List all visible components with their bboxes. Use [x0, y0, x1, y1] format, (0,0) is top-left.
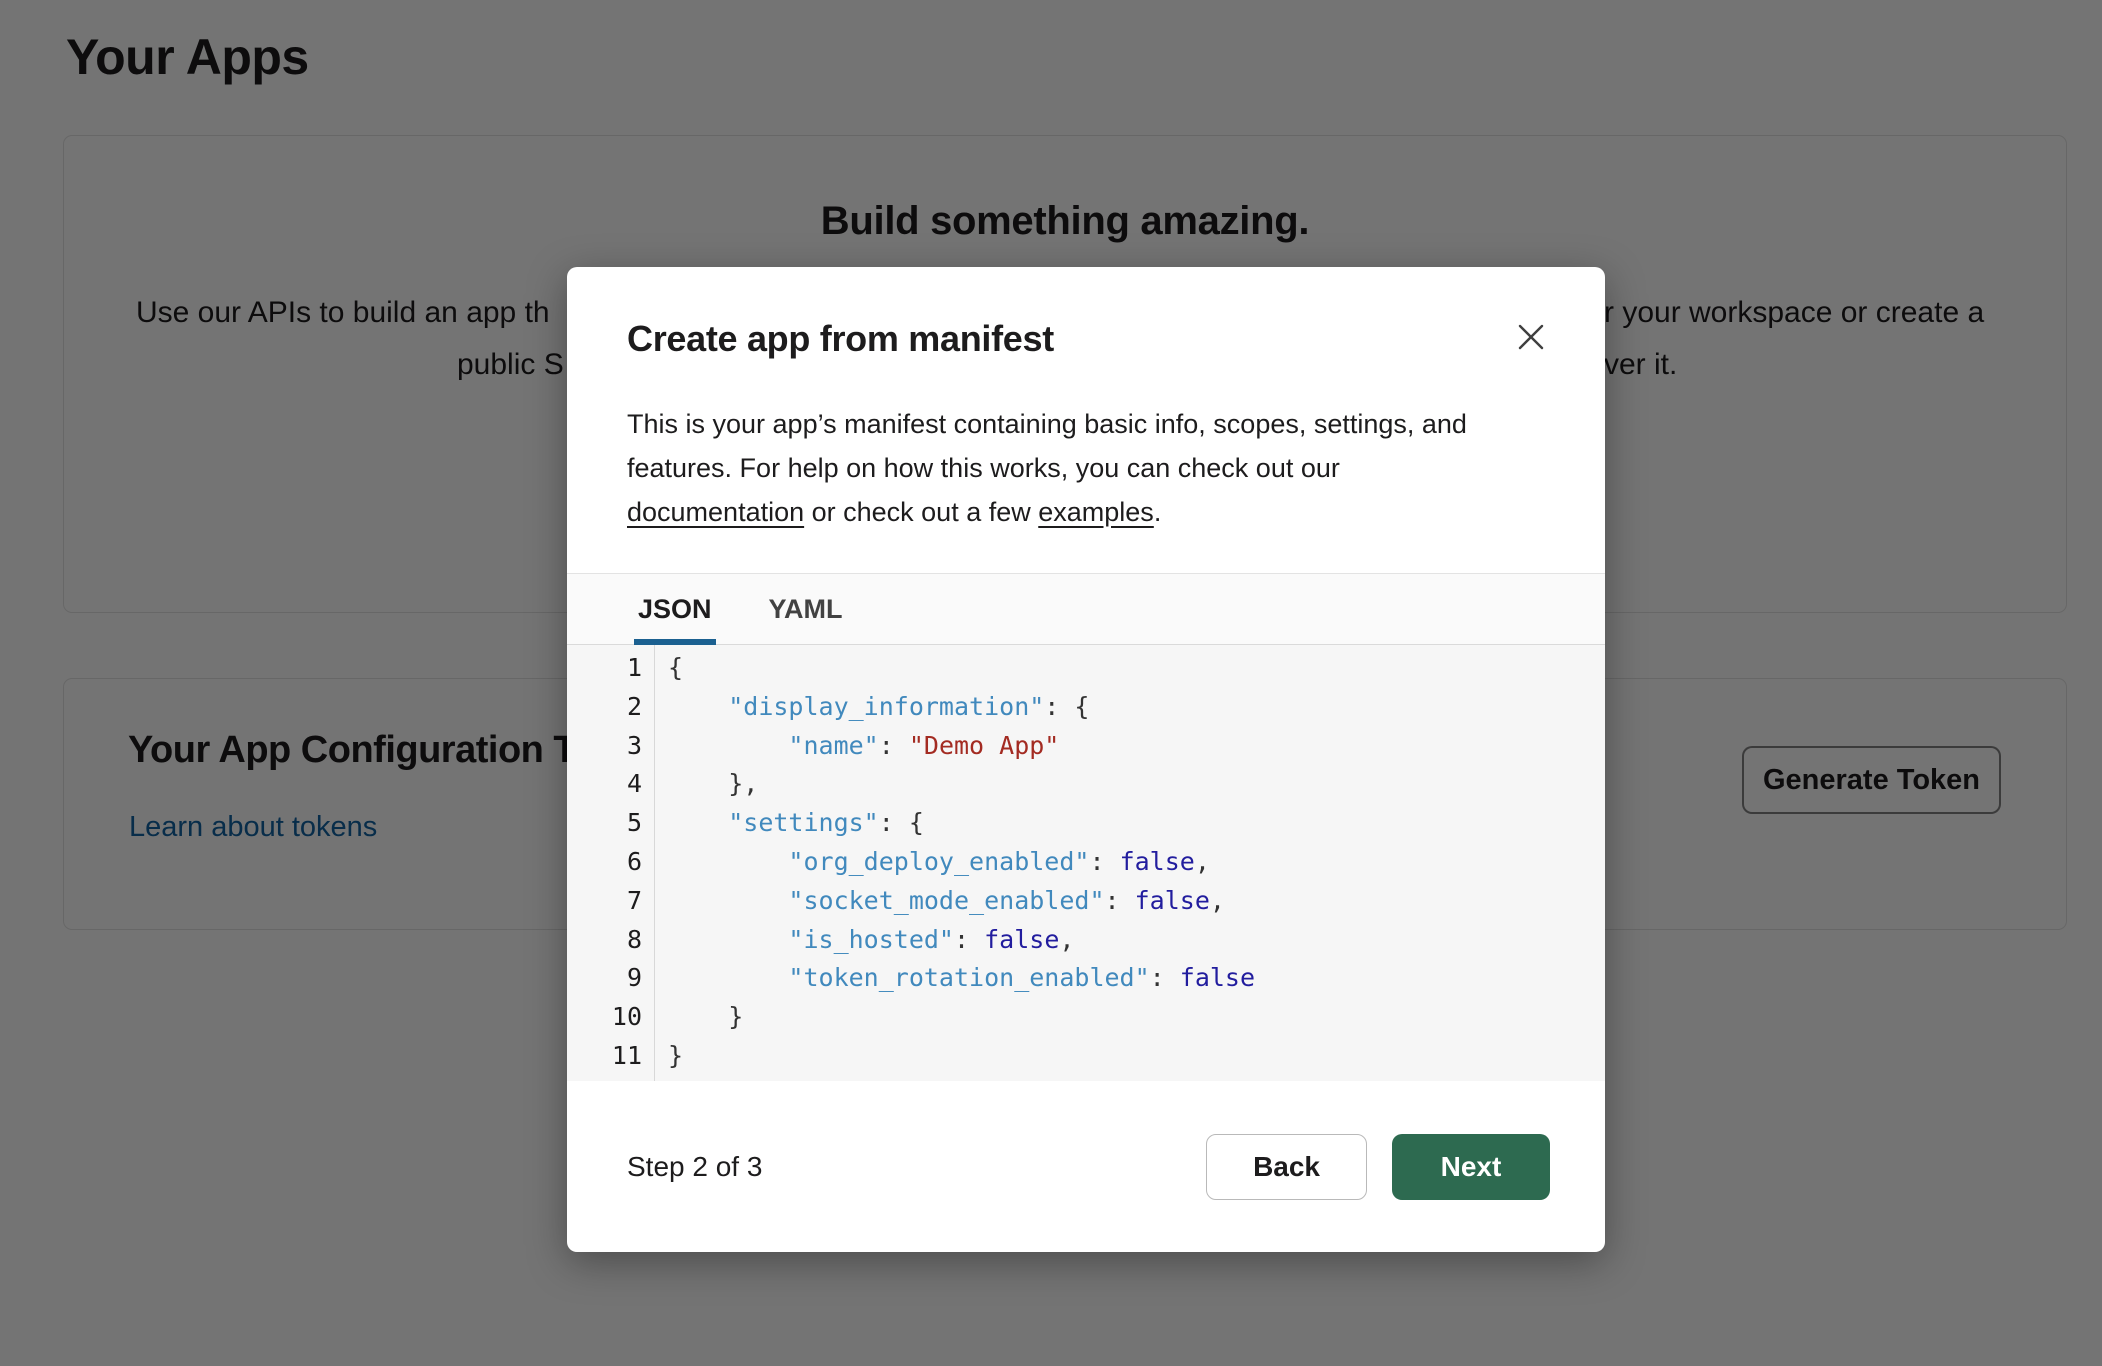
code-token-punct	[668, 847, 788, 876]
code-line: }	[668, 998, 1605, 1037]
code-token-punct	[668, 731, 788, 760]
code-token-punct: :	[954, 925, 984, 954]
code-token-punct: ,	[1195, 847, 1210, 876]
close-icon	[1515, 321, 1547, 353]
line-number: 6	[567, 843, 642, 882]
code-token-punct	[668, 963, 788, 992]
line-number: 1	[567, 649, 642, 688]
intro-line: documentation or check out a few example…	[627, 490, 1545, 534]
documentation-link[interactable]: documentation	[627, 497, 804, 527]
code-line: "token_rotation_enabled": false	[668, 959, 1605, 998]
editor-code: { "display_information": { "name": "Demo…	[655, 645, 1605, 1081]
code-line: "socket_mode_enabled": false,	[668, 882, 1605, 921]
code-token-key: "display_information"	[728, 692, 1044, 721]
code-token-punct: }	[668, 1041, 683, 1070]
manifest-format-tabs: JSON YAML	[567, 573, 1605, 645]
code-token-punct: ,	[1059, 925, 1074, 954]
code-token-key: "token_rotation_enabled"	[788, 963, 1149, 992]
modal-title: Create app from manifest	[627, 316, 1545, 362]
code-token-punct: }	[668, 1002, 743, 1031]
tab-json[interactable]: JSON	[638, 574, 712, 644]
code-token-punct: : {	[1044, 692, 1089, 721]
code-token-punct: :	[1150, 963, 1180, 992]
close-button[interactable]	[1513, 319, 1549, 355]
line-number: 3	[567, 727, 642, 766]
code-token-key: "name"	[788, 731, 878, 760]
line-number: 10	[567, 998, 642, 1037]
code-token-punct: : {	[879, 808, 924, 837]
line-number: 8	[567, 921, 642, 960]
code-line: "name": "Demo App"	[668, 727, 1605, 766]
code-token-punct	[668, 925, 788, 954]
code-token-punct: :	[1105, 886, 1135, 915]
code-token-atom: false	[1120, 847, 1195, 876]
tab-yaml[interactable]: YAML	[769, 574, 843, 644]
intro-line: features. For help on how this works, yo…	[627, 446, 1545, 490]
code-line: "settings": {	[668, 804, 1605, 843]
code-token-key: "settings"	[728, 808, 879, 837]
code-line: "is_hosted": false,	[668, 921, 1605, 960]
editor-gutter: 1234567891011	[567, 645, 655, 1081]
intro-line: This is your app’s manifest containing b…	[627, 402, 1545, 446]
code-line: "display_information": {	[668, 688, 1605, 727]
code-token-punct: ,	[1210, 886, 1225, 915]
back-button[interactable]: Back	[1206, 1134, 1367, 1200]
line-number: 2	[567, 688, 642, 727]
manifest-editor[interactable]: 1234567891011 { "display_information": {…	[567, 645, 1605, 1081]
step-indicator: Step 2 of 3	[627, 1151, 762, 1183]
intro-text: or check out a few	[804, 497, 1038, 527]
line-number: 4	[567, 765, 642, 804]
code-token-punct	[668, 886, 788, 915]
code-line: }	[668, 1037, 1605, 1076]
intro-text: .	[1154, 497, 1162, 527]
line-number: 5	[567, 804, 642, 843]
code-token-atom: false	[1180, 963, 1255, 992]
code-token-atom: false	[1135, 886, 1210, 915]
examples-link[interactable]: examples	[1038, 497, 1154, 527]
code-line: {	[668, 649, 1605, 688]
code-token-punct	[668, 808, 728, 837]
line-number: 7	[567, 882, 642, 921]
create-app-from-manifest-modal: Create app from manifest This is your ap…	[567, 267, 1605, 1252]
code-token-key: "org_deploy_enabled"	[788, 847, 1089, 876]
code-token-string: "Demo App"	[909, 731, 1060, 760]
code-token-key: "is_hosted"	[788, 925, 954, 954]
manifest-intro-text: This is your app’s manifest containing b…	[627, 402, 1545, 534]
code-token-punct	[668, 692, 728, 721]
code-token-punct: },	[668, 769, 758, 798]
next-button[interactable]: Next	[1392, 1134, 1550, 1200]
modal-footer: Step 2 of 3 Back Next	[567, 1081, 1605, 1252]
modal-header: Create app from manifest	[567, 267, 1605, 362]
code-token-key: "socket_mode_enabled"	[788, 886, 1104, 915]
code-line: },	[668, 765, 1605, 804]
line-number: 11	[567, 1037, 642, 1076]
code-token-punct: :	[1089, 847, 1119, 876]
code-token-punct: {	[668, 653, 683, 682]
code-token-punct: :	[879, 731, 909, 760]
code-line: "org_deploy_enabled": false,	[668, 843, 1605, 882]
line-number: 9	[567, 959, 642, 998]
code-token-atom: false	[984, 925, 1059, 954]
